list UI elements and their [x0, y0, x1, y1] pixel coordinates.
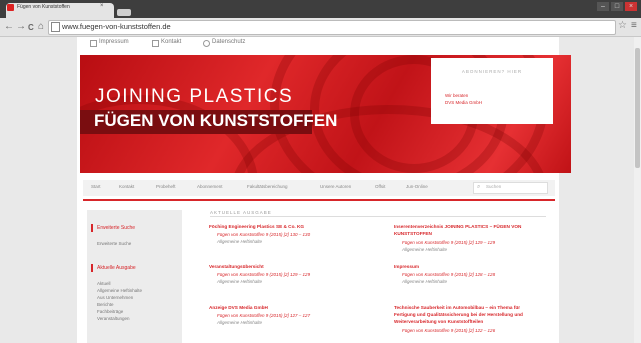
article-title[interactable]: Inserentenverzeichnis JOINING PLASTICS –…: [394, 224, 521, 229]
section-divider: [210, 216, 546, 217]
favicon-icon: [7, 4, 14, 11]
reload-icon[interactable]: C: [28, 22, 34, 34]
article-title[interactable]: Impressum: [394, 264, 419, 269]
banner-title: JOINING PLASTICS: [95, 86, 294, 107]
toplink-kontakt[interactable]: Kontakt: [161, 39, 181, 45]
search-input[interactable]: [473, 182, 548, 194]
subscribe-text: Wir beraten: [445, 93, 469, 98]
article-category[interactable]: Allgemeine Heftinhalte: [217, 279, 262, 284]
nav-start[interactable]: Start: [91, 184, 101, 189]
nav-abonnement[interactable]: Abonnement: [197, 184, 223, 189]
nav-kontakt[interactable]: Kontakt: [119, 184, 134, 189]
article-category[interactable]: Allgemeine Heftinhalte: [402, 279, 447, 284]
subscribe-box[interactable]: [431, 58, 553, 124]
sidebar-head-current-issue[interactable]: Aktuelle Ausgabe: [97, 265, 136, 271]
impressum-icon: [90, 40, 97, 47]
privacy-icon: [203, 40, 210, 47]
scrollbar-thumb[interactable]: [635, 48, 640, 168]
banner-subtitle: FÜGEN VON KUNSTSTOFFEN: [94, 111, 338, 130]
article-title[interactable]: Technische Sauberkeit im Automobilbau – …: [394, 305, 520, 310]
url-text[interactable]: www.fuegen-von-kunststoffen.de: [62, 22, 171, 31]
article-source: Fügen von Kunststoffen 9 (2015) [2] 128 …: [402, 272, 496, 277]
sidebar-item-aktuell[interactable]: Aktuell: [97, 281, 111, 286]
sidebar-item-allgemeine[interactable]: Allgemeine Heftinhalte: [97, 288, 142, 293]
nav-offsit[interactable]: Offsit: [375, 184, 385, 189]
close-window-button[interactable]: ×: [625, 2, 637, 11]
search-placeholder[interactable]: Suchen: [486, 184, 501, 189]
tab-close-icon[interactable]: ×: [100, 3, 104, 9]
article-category[interactable]: Allgemeine Heftinhalte: [217, 239, 262, 244]
toplink-datenschutz[interactable]: Datenschutz: [212, 39, 245, 45]
sidebar-marker: [91, 264, 93, 272]
section-title: AKTUELLE AUSGABE: [210, 210, 272, 215]
subscribe-title[interactable]: ABONNIEREN? HIER: [439, 69, 545, 74]
home-icon[interactable]: ⌂: [38, 21, 44, 33]
sidebar-marker: [91, 224, 93, 232]
article-source: Fügen von Kunststoffen 9 (2015) [2] 130 …: [217, 232, 311, 237]
new-tab-button[interactable]: [117, 9, 131, 16]
nav-divider: [83, 199, 555, 201]
sidebar-item-extended-search[interactable]: Erweiterte Suche: [97, 241, 131, 246]
sidebar-item-veranstaltungen[interactable]: Veranstaltungen: [97, 316, 130, 321]
article-title-cont[interactable]: KUNSTSTOFFEN: [394, 231, 432, 236]
sidebar-item-berichte[interactable]: Berichte: [97, 302, 114, 307]
article-title[interactable]: Anzeige DVS Media GmbH: [209, 305, 268, 310]
article-source: Fügen von Kunststoffen 9 (2015) [2] 127 …: [217, 313, 311, 318]
nav-fakultaetsbereichung[interactable]: Fakultätsbereichung: [247, 184, 288, 189]
article-category[interactable]: Allgemeine Heftinhalte: [217, 320, 262, 325]
subscribe-publisher: DVS Media GmbH: [445, 100, 483, 105]
sidebar-item-fachbeitraege[interactable]: Fachbeiträge: [97, 309, 123, 314]
sidebar-head-search[interactable]: Erweiterte Suche: [97, 225, 135, 231]
article-source: Fügen von Kunststoffen 9 (2015) [2] 129 …: [217, 272, 311, 277]
article-title-cont[interactable]: Weiterverarbeitung von Kunststoffteilen: [394, 319, 483, 324]
sidebar-item-unternehmen[interactable]: Aus Unternehmen: [97, 295, 133, 300]
article-title-cont[interactable]: Fertigung und Qualitätssicherung bei der…: [394, 312, 523, 317]
article-source: Fügen von Kunststoffen 9 (2015) [2] 122 …: [402, 328, 496, 333]
maximize-button[interactable]: □: [611, 2, 623, 11]
article-title[interactable]: Föching Engineering Plastics SE & Co. KG: [209, 224, 304, 229]
page-icon: [51, 22, 60, 32]
minimize-button[interactable]: –: [597, 2, 609, 11]
forward-icon[interactable]: →: [16, 21, 26, 33]
article-source: Fügen von Kunststoffen 9 (2015) [2] 129 …: [402, 240, 496, 245]
nav-unsere-autoren[interactable]: Unsere Autoren: [320, 184, 351, 189]
search-icon: ⌕: [477, 184, 481, 190]
bookmark-star-icon[interactable]: ☆: [618, 20, 627, 31]
article-title[interactable]: Veranstaltungsübersicht: [209, 264, 264, 269]
nav-probeheft[interactable]: Probeheft: [156, 184, 176, 189]
article-category[interactable]: Allgemeine Heftinhalte: [402, 247, 447, 252]
menu-icon[interactable]: ≡: [631, 20, 637, 31]
nav-jun-online[interactable]: Jun-Online: [406, 184, 428, 189]
toplink-impressum[interactable]: Impressum: [99, 39, 129, 45]
back-icon[interactable]: ←: [4, 21, 14, 33]
tab-title: Fügen von Kunststoffen: [17, 4, 70, 10]
contact-icon: [152, 40, 159, 47]
